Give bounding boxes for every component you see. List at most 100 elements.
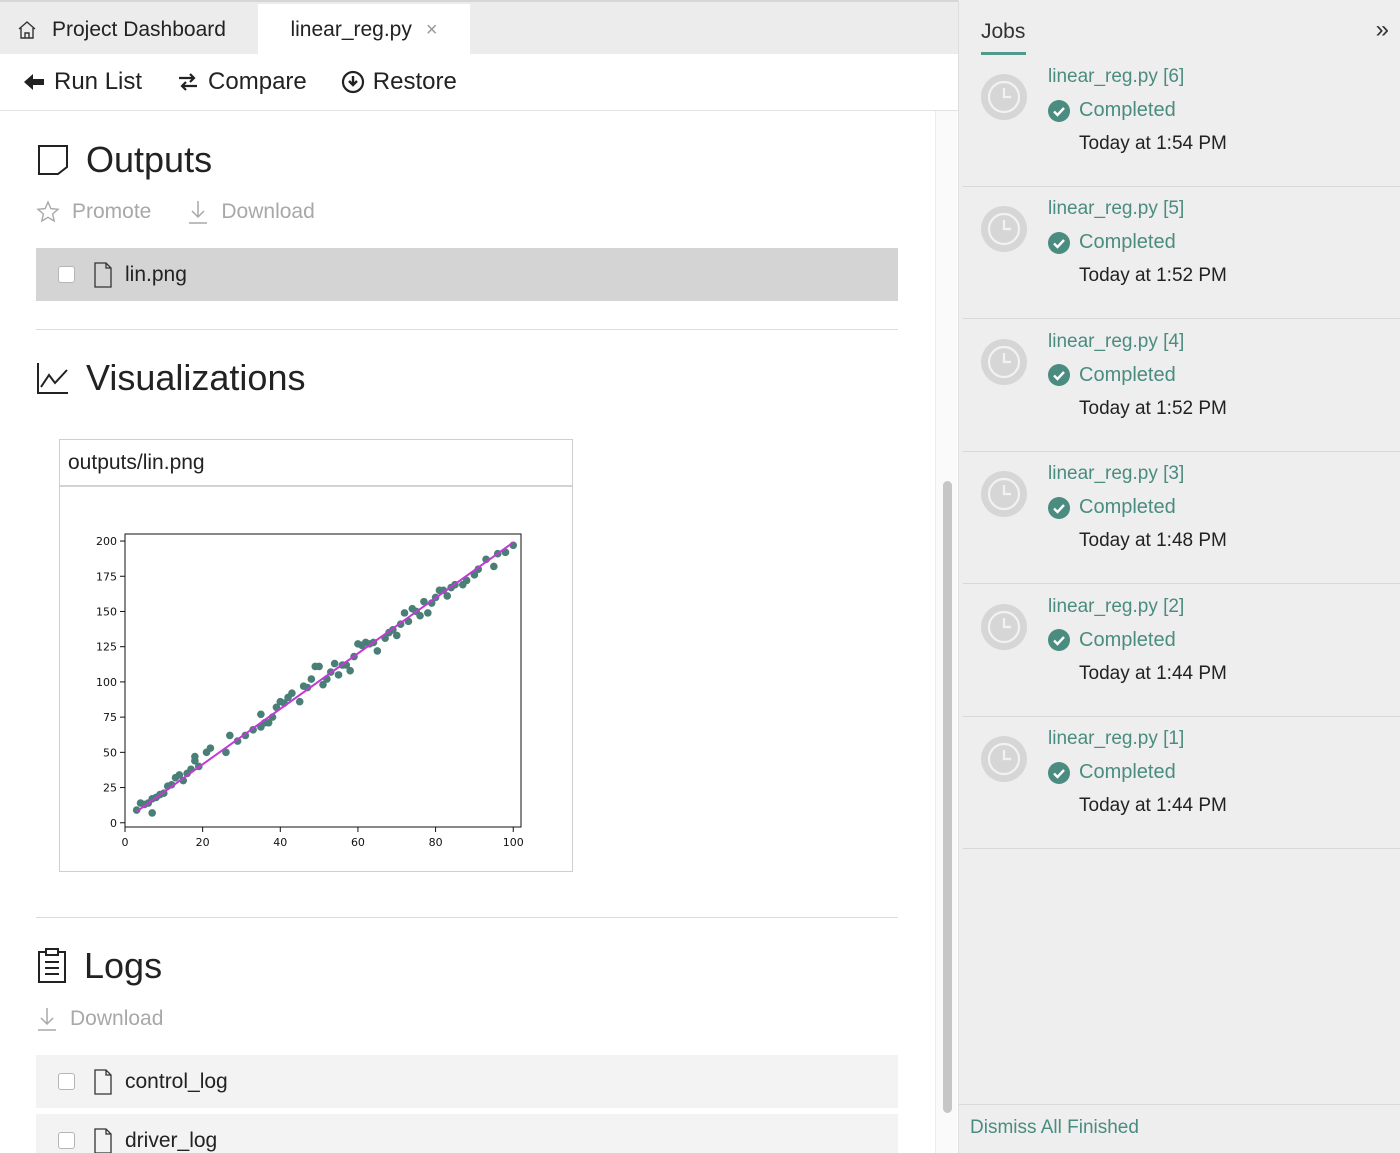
data-point [416, 611, 424, 620]
jobs-panel: Jobs » linear_reg.py [6] Completed Today a… [958, 0, 1400, 1153]
x-tick-label: 100 [503, 836, 524, 849]
dismiss-all-finished-button[interactable]: Dismiss All Finished [970, 1117, 1139, 1139]
data-point [490, 562, 498, 571]
check-circle-icon [1048, 99, 1070, 122]
tab-project-dashboard[interactable]: Project Dashboard [0, 4, 258, 56]
logs-download-button[interactable]: Download [36, 1006, 163, 1032]
restore-button[interactable]: Restore [341, 68, 457, 96]
outputs-actions: Promote Download [36, 199, 351, 225]
data-point [400, 609, 409, 617]
visualization-card: outputs/lin.png 0 20 40 60 80 100 0 25 50 75 100 12… [59, 439, 573, 872]
job-name-link[interactable]: linear_reg.py [4] [1048, 331, 1184, 353]
clock-icon [981, 603, 1027, 650]
x-tick-label: 80 [429, 836, 443, 849]
log-file-checkbox[interactable] [58, 1073, 75, 1090]
jobs-tab[interactable]: Jobs [981, 20, 1025, 44]
job-timestamp: Today at 1:48 PM [1079, 530, 1227, 552]
job-item[interactable]: linear_reg.py [5] Completed Today at 1:52 … [963, 187, 1400, 320]
logs-actions: Download [36, 1006, 199, 1032]
clock-icon [981, 471, 1027, 518]
data-point [373, 647, 382, 655]
y-tick-label: 100 [96, 676, 117, 689]
main-scrollbar-thumb[interactable] [943, 481, 952, 1113]
job-status-label: Completed [1079, 496, 1176, 519]
job-status-label: Completed [1079, 99, 1176, 121]
x-tick-label: 0 [122, 836, 129, 849]
tab-linear-reg[interactable]: linear_reg.py × [258, 4, 470, 56]
download-icon [38, 1008, 56, 1031]
job-timestamp: Today at 1:44 PM [1079, 662, 1227, 684]
job-status-label: Completed [1079, 363, 1176, 386]
job-item[interactable]: linear_reg.py [3] Completed Today at 1:48 … [963, 452, 1400, 585]
tab-project-dashboard-label: Project Dashboard [52, 18, 226, 41]
job-name-link[interactable]: linear_reg.py [6] [1048, 66, 1184, 88]
job-item[interactable]: linear_reg.py [1] Completed Today at 1:44 … [963, 717, 1400, 849]
clock-icon [981, 338, 1027, 385]
close-icon[interactable]: × [426, 19, 438, 42]
output-file-name[interactable]: lin.png [125, 263, 187, 287]
data-point [392, 631, 401, 640]
output-file-checkbox[interactable] [58, 266, 75, 283]
y-tick-label: 150 [96, 605, 117, 618]
collapse-panel-icon[interactable]: » [1376, 16, 1389, 44]
y-tick-label: 175 [96, 570, 117, 583]
log-file-checkbox[interactable] [58, 1132, 75, 1149]
job-status: Completed [1048, 364, 1176, 387]
logs-download-label: Download [70, 1007, 164, 1030]
clock-icon [981, 74, 1027, 120]
data-point [346, 666, 354, 675]
data-point [226, 731, 234, 740]
y-tick-label: 0 [110, 817, 117, 830]
output-file-row[interactable]: lin.png [36, 248, 898, 301]
outputs-title: Outputs [86, 139, 213, 180]
log-file-name[interactable]: control_log [125, 1070, 228, 1094]
job-status: Completed [1048, 496, 1176, 519]
main-scrollbar[interactable] [935, 111, 957, 1153]
y-tick-label: 25 [103, 782, 117, 795]
logs-title: Logs [84, 945, 163, 986]
job-name-link[interactable]: linear_reg.py [2] [1048, 596, 1184, 618]
download-circle-icon [341, 70, 364, 94]
document-outline-icon [38, 145, 68, 175]
y-tick-label: 75 [103, 711, 117, 724]
log-file-name[interactable]: driver_log [125, 1129, 217, 1153]
data-point [307, 675, 316, 683]
data-point [334, 671, 343, 679]
clock-icon [981, 206, 1027, 253]
job-item[interactable]: linear_reg.py [6] Completed Today at 1:54 … [963, 55, 1400, 187]
data-point [295, 697, 304, 706]
file-icon [94, 1068, 112, 1095]
compare-button[interactable]: Compare [176, 68, 307, 96]
file-icon [94, 1127, 112, 1153]
visualization-card-title: outputs/lin.png [60, 440, 572, 487]
visualizations-heading: Visualizations [36, 357, 305, 399]
promote-label: Promote [72, 200, 152, 223]
section-divider [36, 329, 898, 330]
run-list-button[interactable]: Run List [22, 68, 142, 96]
line-chart-icon [37, 363, 68, 394]
job-name-link[interactable]: linear_reg.py [5] [1048, 198, 1184, 220]
section-divider [36, 917, 898, 918]
restore-label: Restore [372, 68, 457, 95]
run-detail-panel[interactable]: Outputs Promote Download lin.png Visuali… [0, 111, 935, 1153]
job-item[interactable]: linear_reg.py [4] Completed Today at 1:52 … [963, 320, 1400, 452]
compare-label: Compare [208, 68, 307, 95]
log-file-row[interactable]: control_log [36, 1055, 898, 1108]
outputs-download-button[interactable]: Download [187, 199, 315, 225]
job-item[interactable]: linear_reg.py [2] Completed Today at 1:44 … [963, 585, 1400, 717]
data-point [330, 659, 339, 668]
job-name-link[interactable]: linear_reg.py [1] [1048, 728, 1184, 750]
job-status-label: Completed [1079, 231, 1176, 254]
data-point [191, 752, 199, 761]
promote-button[interactable]: Promote [36, 200, 151, 224]
toolbar: Run List Compare Restore [0, 54, 958, 111]
file-icon [94, 261, 112, 288]
job-name-link[interactable]: linear_reg.py [3] [1048, 463, 1184, 485]
check-circle-icon [1048, 761, 1070, 784]
data-point [424, 609, 432, 617]
data-point [148, 809, 156, 817]
job-status: Completed [1048, 99, 1176, 122]
outputs-heading: Outputs [36, 139, 212, 181]
job-status-label: Completed [1079, 761, 1176, 783]
log-file-row[interactable]: driver_log [36, 1114, 898, 1153]
